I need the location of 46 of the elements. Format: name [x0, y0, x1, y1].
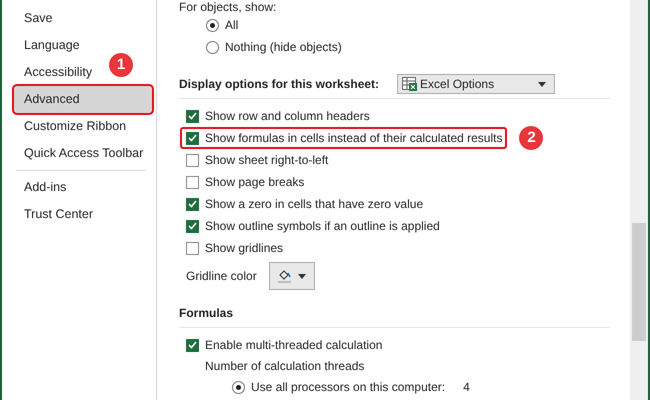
sidebar-item[interactable]: Quick Access Toolbar	[14, 140, 150, 167]
sidebar-item[interactable]: Add-ins	[14, 174, 72, 201]
dropdown-value: Excel Options	[420, 77, 496, 91]
radio-label: Use all processors on this computer:	[251, 380, 446, 394]
processor-count: 4	[463, 380, 470, 394]
paint-bucket-icon	[277, 269, 294, 283]
sidebar-item[interactable]: Customize Ribbon	[14, 113, 132, 140]
section-heading: Display options for this worksheet:	[179, 77, 380, 91]
checkbox[interactable]	[186, 132, 199, 144]
sidebar-item[interactable]: Trust Center	[14, 201, 100, 228]
checkbox-label: Show formulas in cells instead of their calculated results	[205, 131, 502, 145]
section-label: For objects, show:	[179, 0, 278, 14]
sidebar-item[interactable]: Save	[14, 5, 58, 32]
worksheet-dropdown[interactable]: Excel Options	[397, 74, 556, 94]
checkbox-label: Show outline symbols if an outline is applied	[205, 219, 440, 233]
checkbox[interactable]	[186, 242, 199, 254]
checkbox[interactable]	[186, 220, 199, 232]
spreadsheet-icon	[402, 76, 418, 92]
step-badge: 2	[519, 126, 544, 150]
checkbox[interactable]	[186, 176, 199, 188]
checkbox-label: Enable multi-threaded calculation	[205, 338, 382, 352]
radio-button[interactable]	[206, 40, 219, 54]
sidebar-item[interactable]: Language	[14, 32, 86, 59]
radio-button[interactable]	[206, 18, 219, 32]
radio-label: All	[225, 18, 238, 32]
checkbox[interactable]	[186, 154, 199, 166]
color-picker-button[interactable]	[268, 262, 315, 290]
threads-label: Number of calculation threads	[204, 358, 366, 375]
checkbox[interactable]	[186, 198, 199, 210]
checkbox-label: Show gridlines	[205, 241, 284, 255]
section-heading: Formulas	[179, 306, 234, 320]
checkbox-label: Show a zero in cells that have zero value	[205, 197, 424, 211]
checkbox-label: Show row and column headers	[205, 109, 370, 123]
sidebar-item[interactable]: Accessibility	[14, 59, 98, 86]
step-badge: 1	[109, 53, 133, 77]
checkbox[interactable]	[186, 110, 199, 122]
checkbox-label: Show sheet right-to-left	[205, 153, 328, 167]
caret-icon	[538, 82, 546, 86]
checkbox[interactable]	[186, 338, 199, 352]
radio-button[interactable]	[232, 380, 245, 394]
gridline-color-label: Gridline color	[186, 269, 257, 283]
radio-label: Nothing (hide objects)	[225, 40, 342, 54]
checkbox-label: Show page breaks	[205, 175, 304, 189]
sidebar-item[interactable]: Advanced	[14, 86, 152, 113]
scrollbar[interactable]	[630, 0, 648, 400]
caret-icon	[298, 274, 306, 278]
